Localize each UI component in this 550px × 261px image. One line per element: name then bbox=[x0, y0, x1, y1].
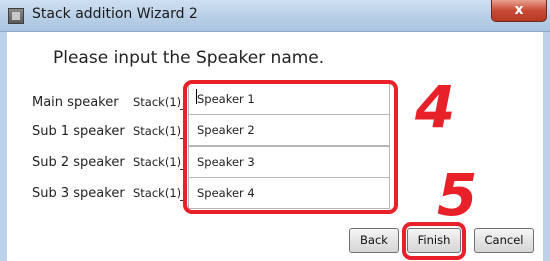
step-5-marker: 5 bbox=[437, 161, 478, 229]
window-title: Stack addition Wizard 2 bbox=[32, 6, 198, 22]
stack-label: Stack(1) bbox=[133, 186, 182, 200]
stack-label: Stack(1) bbox=[133, 155, 182, 169]
close-button[interactable]: x bbox=[491, 0, 547, 22]
step-4-marker: 4 bbox=[415, 73, 456, 141]
stack-label: Stack(1) bbox=[133, 95, 182, 109]
finish-button[interactable]: Finish bbox=[407, 228, 461, 253]
sub3-speaker-label: Sub 3 speaker bbox=[32, 186, 125, 201]
title-bar[interactable]: Stack addition Wizard 2 x bbox=[0, 0, 550, 32]
speaker-names-highlight bbox=[183, 80, 398, 214]
sub2-speaker-label: Sub 2 speaker bbox=[32, 155, 125, 170]
stack-label: Stack(1) bbox=[133, 124, 182, 138]
cancel-button[interactable]: Cancel bbox=[474, 228, 534, 253]
back-button[interactable]: Back bbox=[349, 228, 399, 253]
page-heading: Please input the Speaker name. bbox=[53, 48, 325, 68]
sub1-speaker-label: Sub 1 speaker bbox=[32, 124, 125, 139]
main-speaker-label: Main speaker bbox=[32, 95, 119, 110]
app-icon bbox=[8, 8, 24, 24]
